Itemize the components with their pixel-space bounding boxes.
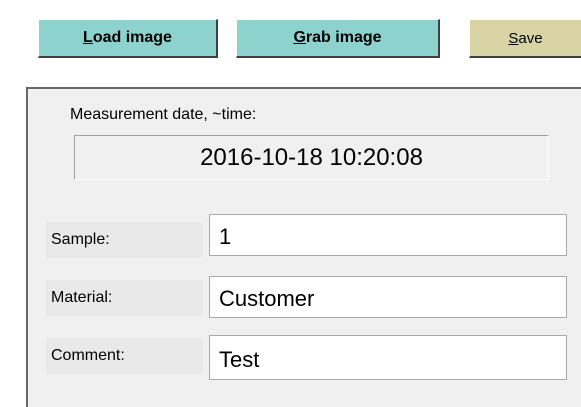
comment-label: Comment: xyxy=(46,338,203,374)
grab-image-mnemonic: G xyxy=(293,29,306,46)
grab-image-label: rab image xyxy=(305,29,382,46)
material-input[interactable] xyxy=(209,276,567,318)
measurement-date-label: Measurement date, ~time: xyxy=(70,106,257,124)
grab-image-button[interactable]: Grab image xyxy=(236,19,440,58)
save-label: ave xyxy=(518,29,543,47)
sample-label: Sample: xyxy=(46,222,203,258)
material-label: Material: xyxy=(46,280,203,316)
load-image-button[interactable]: Load image xyxy=(38,19,218,58)
save-mnemonic: S xyxy=(508,29,519,47)
sample-input[interactable] xyxy=(209,214,567,256)
measurement-date-value: 2016-10-18 10:20:08 xyxy=(74,135,549,180)
load-image-label: oad image xyxy=(92,29,172,46)
comment-input[interactable] xyxy=(209,335,567,380)
load-image-mnemonic: L xyxy=(83,29,93,46)
save-button[interactable]: Save xyxy=(469,19,581,58)
